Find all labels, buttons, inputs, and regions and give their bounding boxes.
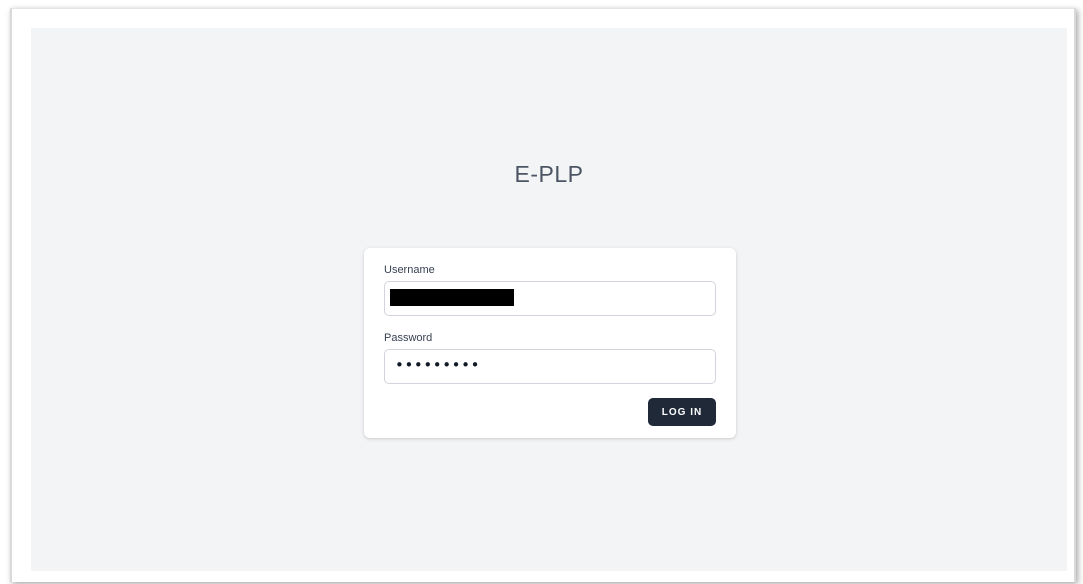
login-page: E-PLP Username Password ••••••••• LOG IN [31,28,1067,571]
login-button[interactable]: LOG IN [648,398,716,426]
username-label: Username [384,264,435,276]
password-label: Password [384,332,433,344]
redacted-username-value [390,289,514,306]
username-input[interactable] [384,281,716,316]
password-input[interactable]: ••••••••• [384,349,716,384]
app-title: E-PLP [514,161,584,187]
browser-window-frame: E-PLP Username Password ••••••••• LOG IN [10,8,1076,582]
login-card: Username Password ••••••••• LOG IN [364,248,736,438]
password-mask: ••••••••• [395,356,481,374]
